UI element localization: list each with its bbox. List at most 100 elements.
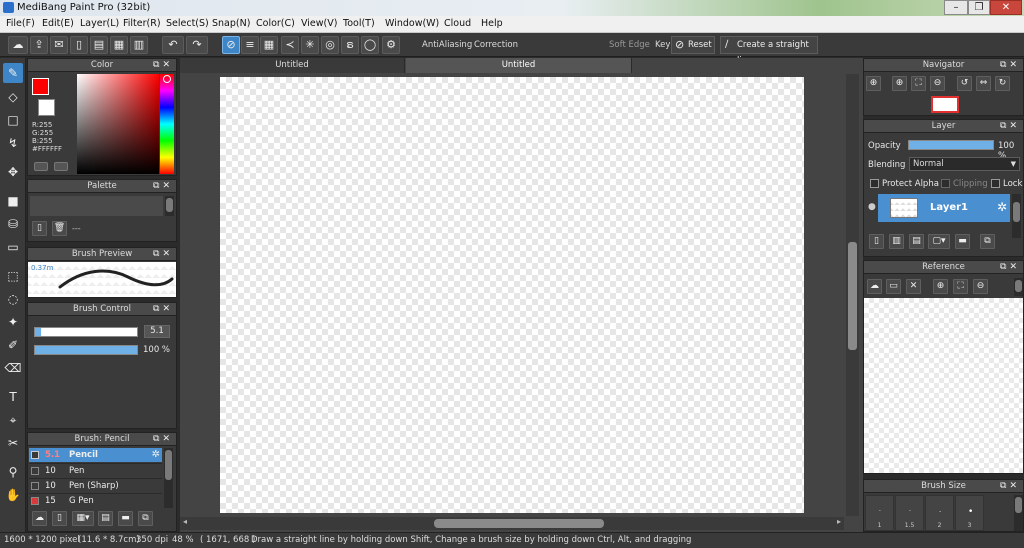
- reference-zoom-out-icon[interactable]: ⊖: [973, 279, 988, 294]
- scroll-left-icon[interactable]: ◂: [183, 517, 187, 526]
- brush-tool-icon[interactable]: ✎: [3, 63, 23, 83]
- menu-layer[interactable]: Layer(L): [80, 18, 119, 29]
- brush-settings-icon[interactable]: ▤: [98, 511, 113, 526]
- horizontal-scroll-thumb[interactable]: [434, 519, 604, 528]
- scroll-right-icon[interactable]: ▸: [837, 517, 841, 526]
- trash-icon[interactable]: 🗑: [52, 221, 67, 236]
- visibility-eye-icon[interactable]: ●: [868, 202, 876, 212]
- concentric-snap-icon[interactable]: ◎: [321, 36, 339, 54]
- navigator-preview[interactable]: [864, 94, 1023, 115]
- panel-controls-icon[interactable]: ⧉✕: [1000, 261, 1020, 273]
- brush-size-slider[interactable]: [34, 327, 138, 337]
- brush-size-cell[interactable]: • 3: [955, 495, 984, 531]
- rotate-right-icon[interactable]: ↻: [995, 76, 1010, 91]
- hue-slider[interactable]: [160, 74, 174, 174]
- snap-off-icon[interactable]: ⊘: [222, 36, 240, 54]
- close-button[interactable]: ✕: [990, 0, 1022, 15]
- divide-tool-icon[interactable]: ✂: [3, 433, 23, 453]
- zoom-in-alt-icon[interactable]: ⊕: [892, 76, 907, 91]
- menu-color[interactable]: Color(C): [256, 18, 295, 29]
- reference-canvas[interactable]: [864, 298, 1023, 473]
- ellipse-snap-icon[interactable]: ◯: [361, 36, 379, 54]
- eyedropper-tool-icon[interactable]: ⚲: [3, 462, 23, 482]
- layer-row-selected[interactable]: Layer1 ✲: [878, 194, 1010, 222]
- add-brush-icon[interactable]: ☁: [32, 511, 47, 526]
- radial-snap-icon[interactable]: ✳: [301, 36, 319, 54]
- move-tool-icon[interactable]: ✥: [3, 162, 23, 182]
- brush-item-pencil[interactable]: 5.1 Pencil ✲: [29, 448, 162, 462]
- dot-tool-icon[interactable]: □: [3, 110, 23, 130]
- eraser-tool-icon[interactable]: ◇: [3, 87, 23, 107]
- layer-folder-icon[interactable]: ▬: [955, 234, 970, 249]
- brush-item-pen[interactable]: 10 Pen: [29, 463, 162, 477]
- snap-settings-icon[interactable]: ⚙: [382, 36, 400, 54]
- reference-cloud-icon[interactable]: ☁: [867, 279, 882, 294]
- brush-size-cell[interactable]: · 1: [865, 495, 894, 531]
- redo-icon[interactable]: ↷: [186, 36, 208, 54]
- menu-help[interactable]: Help: [481, 18, 503, 29]
- protect-alpha-checkbox[interactable]: [870, 179, 879, 188]
- clipping-checkbox[interactable]: [941, 179, 950, 188]
- new-halftone-layer-icon[interactable]: ▥: [889, 234, 904, 249]
- zoom-in-icon[interactable]: ⊕: [866, 76, 881, 91]
- panel-controls-icon[interactable]: ⧉✕: [153, 180, 173, 192]
- reset-button[interactable]: ⊘ Reset: [671, 36, 715, 54]
- lock-checkbox[interactable]: [991, 179, 1000, 188]
- document-canvas[interactable]: [220, 77, 804, 513]
- comment-icon[interactable]: ✉: [50, 36, 68, 54]
- brush-item-pen-sharp[interactable]: 10 Pen (Sharp): [29, 478, 162, 492]
- panel-controls-icon[interactable]: ⧉✕: [1000, 59, 1020, 71]
- bucket-tool-icon[interactable]: ⛁: [3, 214, 23, 234]
- minimize-button[interactable]: –: [944, 0, 968, 15]
- layer-settings-gear-icon[interactable]: ✲: [997, 200, 1007, 214]
- panel-controls-icon[interactable]: ⧉✕: [153, 59, 173, 71]
- cloud-icon[interactable]: ☁: [8, 36, 28, 54]
- new-palette-icon[interactable]: ▯: [32, 221, 47, 236]
- panel-controls-icon[interactable]: ⧉✕: [153, 248, 173, 260]
- layer-duplicate-icon[interactable]: ⧉: [980, 234, 995, 249]
- menu-snap[interactable]: Snap(N): [212, 18, 250, 29]
- fit-icon[interactable]: ⛶: [911, 76, 926, 91]
- reference-scrollbar[interactable]: [1014, 278, 1023, 296]
- brush-size-scrollbar[interactable]: [1014, 495, 1023, 531]
- select-pen-tool-icon[interactable]: ✐: [3, 335, 23, 355]
- gear-icon[interactable]: ✲: [152, 448, 160, 462]
- menu-edit[interactable]: Edit(E): [42, 18, 74, 29]
- select-tool-icon[interactable]: ⬚: [3, 266, 23, 286]
- menu-cloud[interactable]: Cloud: [444, 18, 471, 29]
- reference-close-icon[interactable]: ✕: [906, 279, 921, 294]
- reference-open-icon[interactable]: ▭: [886, 279, 901, 294]
- parallel-snap-icon[interactable]: ≡: [241, 36, 259, 54]
- brush-size-value[interactable]: 5.1: [144, 325, 170, 338]
- blending-select[interactable]: Normal ▼: [909, 157, 1020, 171]
- brush-size-cell[interactable]: · 1.5: [895, 495, 924, 531]
- flip-icon[interactable]: ⇔: [976, 76, 991, 91]
- brush-menu-icon[interactable]: ▦▾: [72, 511, 94, 526]
- tab-untitled-1[interactable]: Untitled: [180, 58, 405, 73]
- layer-opacity-slider[interactable]: [908, 140, 994, 150]
- reference-zoom-in-icon[interactable]: ⊕: [933, 279, 948, 294]
- document-icon[interactable]: ▤: [90, 36, 108, 54]
- material-icon[interactable]: ▦: [110, 36, 128, 54]
- brush-size-cell[interactable]: · 2: [925, 495, 954, 531]
- zoom-out-icon[interactable]: ⊖: [930, 76, 945, 91]
- new-brush-icon[interactable]: ▯: [52, 511, 67, 526]
- hue-handle[interactable]: [163, 75, 171, 83]
- folder-icon[interactable]: ▬: [118, 511, 133, 526]
- undo-icon[interactable]: ↶: [162, 36, 184, 54]
- curve-snap-icon[interactable]: ຣ: [341, 36, 359, 54]
- menu-filter[interactable]: Filter(R): [123, 18, 161, 29]
- restore-button[interactable]: ❐: [968, 0, 990, 15]
- panel-controls-icon[interactable]: ⧉✕: [1000, 120, 1020, 132]
- background-color-swatch[interactable]: [38, 99, 55, 116]
- panel-controls-icon[interactable]: ⧉✕: [153, 433, 173, 445]
- new-8bit-layer-icon[interactable]: ▤: [909, 234, 924, 249]
- grid-icon[interactable]: ▥: [130, 36, 148, 54]
- lasso-tool-icon[interactable]: ◌: [3, 289, 23, 309]
- fill-rect-tool-icon[interactable]: ■: [3, 191, 23, 211]
- color-mode-button[interactable]: [34, 162, 48, 171]
- menu-view[interactable]: View(V): [301, 18, 337, 29]
- panel-controls-icon[interactable]: ⧉✕: [1000, 480, 1020, 492]
- menu-select[interactable]: Select(S): [166, 18, 209, 29]
- brush-item-g-pen[interactable]: 15 G Pen: [29, 493, 162, 507]
